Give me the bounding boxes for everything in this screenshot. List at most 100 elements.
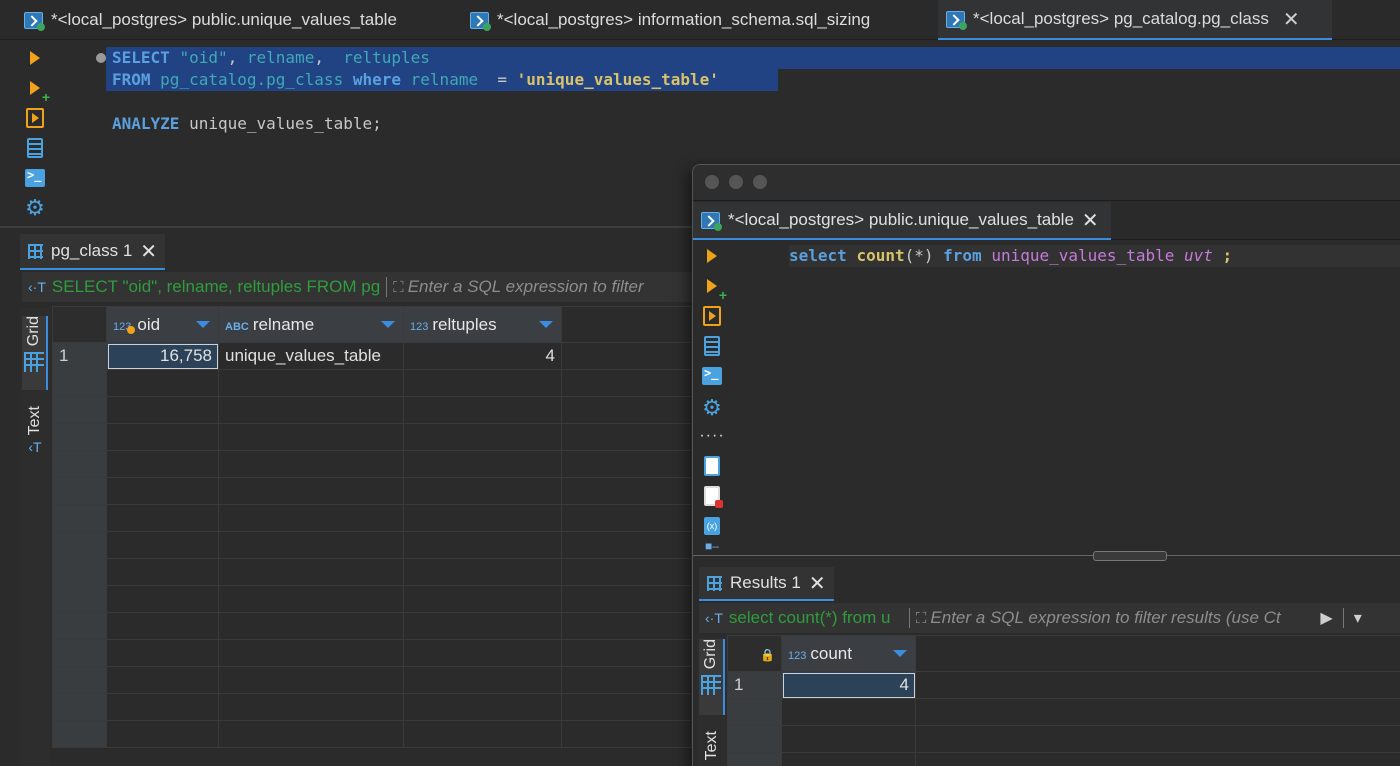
expand-icon[interactable]: ⛶ — [393, 279, 404, 296]
tab-label: *<local_postgres> public.unique_values_t… — [728, 210, 1074, 229]
tab-unique-values-table[interactable]: *<local_postgres> public.unique_values_t… — [0, 0, 397, 40]
text-label: Text — [703, 731, 720, 761]
minimize-window-button[interactable] — [729, 175, 743, 189]
keyword: SELECT — [112, 48, 170, 67]
empty-row — [52, 423, 692, 451]
problems-icon[interactable] — [701, 485, 723, 508]
row-number[interactable]: 1 — [727, 671, 782, 699]
execute-script-icon[interactable] — [24, 107, 46, 129]
filter-bar[interactable]: ‹·T SELECT "oid", relname, reltuples FRO… — [22, 272, 694, 302]
filter-history-dropdown-icon[interactable]: ▾ — [1350, 608, 1366, 628]
fold-marker-icon[interactable] — [96, 53, 106, 63]
cell-count[interactable]: 4 — [781, 671, 916, 699]
text-view-tab[interactable]: Text — [699, 731, 725, 766]
empty-row — [52, 531, 692, 559]
sort-dropdown-icon[interactable] — [196, 321, 210, 328]
terminal-icon[interactable] — [701, 365, 723, 387]
execute-in-new-tab-icon[interactable]: + — [24, 77, 50, 105]
zoom-window-button[interactable] — [753, 175, 767, 189]
table-row[interactable]: 1 16,758 unique_values_table 4 — [52, 342, 692, 370]
close-icon[interactable]: ✕ — [809, 571, 826, 596]
empty-row — [52, 504, 692, 532]
results-tab[interactable]: pg_class 1 ✕ — [20, 234, 166, 270]
explain-plan-icon[interactable] — [701, 335, 723, 357]
explain-plan-icon[interactable] — [24, 137, 46, 159]
row-number[interactable]: 1 — [52, 342, 107, 370]
filter-input[interactable]: Enter a SQL expression to filter results… — [926, 608, 1316, 628]
editor-toolbar: + ⚙ — [0, 41, 66, 225]
outline-icon[interactable]: ■– — [701, 539, 723, 553]
function: count — [856, 246, 905, 265]
sql-editor[interactable]: + ⚙ ···· (x) ■– select count(*) from uni… — [693, 241, 1400, 553]
column-header-count[interactable]: 123 count — [781, 635, 916, 672]
code-line-1[interactable]: select count(*) from unique_values_table… — [789, 245, 1400, 267]
sql-editor-icon — [946, 10, 967, 30]
sort-dropdown-icon[interactable] — [893, 650, 907, 657]
sort-dropdown-icon[interactable] — [539, 321, 553, 328]
tab-label: *<local_postgres> public.unique_values_t… — [51, 10, 397, 29]
results-tab[interactable]: Results 1 ✕ — [699, 567, 834, 601]
apply-filter-icon[interactable]: ▶ — [1316, 608, 1336, 628]
cell-relname[interactable]: unique_values_table — [218, 342, 404, 370]
cell-reltuples[interactable]: 4 — [403, 342, 562, 370]
identifier: relname — [410, 70, 479, 89]
filter-bar[interactable]: ‹·T select count(*) from u ⛶ Enter a SQL… — [699, 603, 1400, 633]
sql-editor-icon — [701, 211, 722, 231]
sql-editor-icon — [24, 11, 45, 31]
tab-unique-values-table[interactable]: *<local_postgres> public.unique_values_t… — [693, 202, 1111, 240]
close-icon[interactable]: ✕ — [1283, 7, 1300, 32]
punct: , — [227, 48, 238, 67]
execute-script-icon[interactable] — [701, 305, 723, 327]
grid-label: Grid — [25, 316, 42, 347]
grid-view-tab[interactable]: Grid — [22, 316, 48, 390]
grid-icon — [707, 575, 722, 591]
panel-splitter[interactable] — [693, 551, 1400, 561]
close-window-button[interactable] — [705, 175, 719, 189]
close-icon[interactable]: ✕ — [140, 239, 157, 264]
execute-in-new-tab-icon[interactable]: + — [701, 275, 727, 303]
terminal-icon[interactable] — [24, 167, 46, 189]
cell-oid[interactable]: 16,758 — [106, 342, 219, 370]
numeric-type-icon: 123 — [410, 320, 429, 333]
empty-row — [52, 396, 692, 424]
sql-text-icon: ‹·T — [705, 610, 723, 626]
results-tab-label: Results 1 — [730, 573, 801, 592]
table-row[interactable]: 1 4 — [727, 671, 1400, 699]
string-literal: 'unique_values_table' — [516, 70, 719, 89]
text-label: Text — [26, 406, 43, 436]
close-icon[interactable]: ✕ — [1082, 208, 1099, 233]
execute-statement-icon[interactable] — [701, 245, 723, 267]
tab-sql-sizing[interactable]: *<local_postgres> information_schema.sql… — [446, 0, 870, 40]
expand-icon[interactable]: ⛶ — [916, 610, 927, 627]
column-header-oid[interactable]: 123 oid — [106, 306, 219, 343]
text-view-tab[interactable]: Text ‹T — [22, 406, 48, 476]
empty-row — [52, 693, 692, 721]
tab-pg-class[interactable]: *<local_postgres> pg_catalog.pg_class ✕ — [938, 0, 1332, 40]
window-titlebar[interactable] — [693, 165, 1400, 201]
row-header-corner: 🔒 — [727, 635, 782, 672]
divider — [1342, 608, 1344, 628]
settings-gear-icon[interactable]: ⚙ — [24, 197, 46, 219]
alias: uvt — [1184, 246, 1213, 265]
export-icon[interactable] — [701, 455, 723, 477]
args: (*) — [904, 246, 934, 265]
column-header-relname[interactable]: ABC relname — [218, 306, 404, 343]
more-icon[interactable]: ···· — [699, 425, 723, 447]
key-icon — [127, 325, 136, 334]
variables-icon[interactable]: (x) — [701, 515, 723, 537]
column-name: oid — [137, 314, 161, 334]
code-line-3[interactable]: ANALYZE unique_values_table; — [112, 114, 382, 133]
settings-gear-icon[interactable]: ⚙ — [701, 397, 723, 419]
filter-input[interactable]: Enter a SQL expression to filter — [404, 277, 644, 297]
code-line-2[interactable]: FROM pg_catalog.pg_class where relname =… — [112, 70, 719, 89]
grid-icon — [701, 675, 721, 696]
sort-dropdown-icon[interactable] — [381, 321, 395, 328]
grid-view-tab[interactable]: Grid — [699, 639, 725, 715]
column-header-reltuples[interactable]: 123 reltuples — [403, 306, 562, 343]
code-line-1[interactable]: SELECT "oid", relname, reltuples — [112, 48, 430, 67]
editor-tab-bar: *<local_postgres> public.unique_values_t… — [0, 0, 1400, 40]
execute-statement-icon[interactable] — [24, 47, 46, 69]
column-name: reltuples — [432, 314, 497, 334]
window-tab-bar: *<local_postgres> public.unique_values_t… — [693, 202, 1400, 240]
splitter-handle[interactable] — [1093, 551, 1167, 561]
